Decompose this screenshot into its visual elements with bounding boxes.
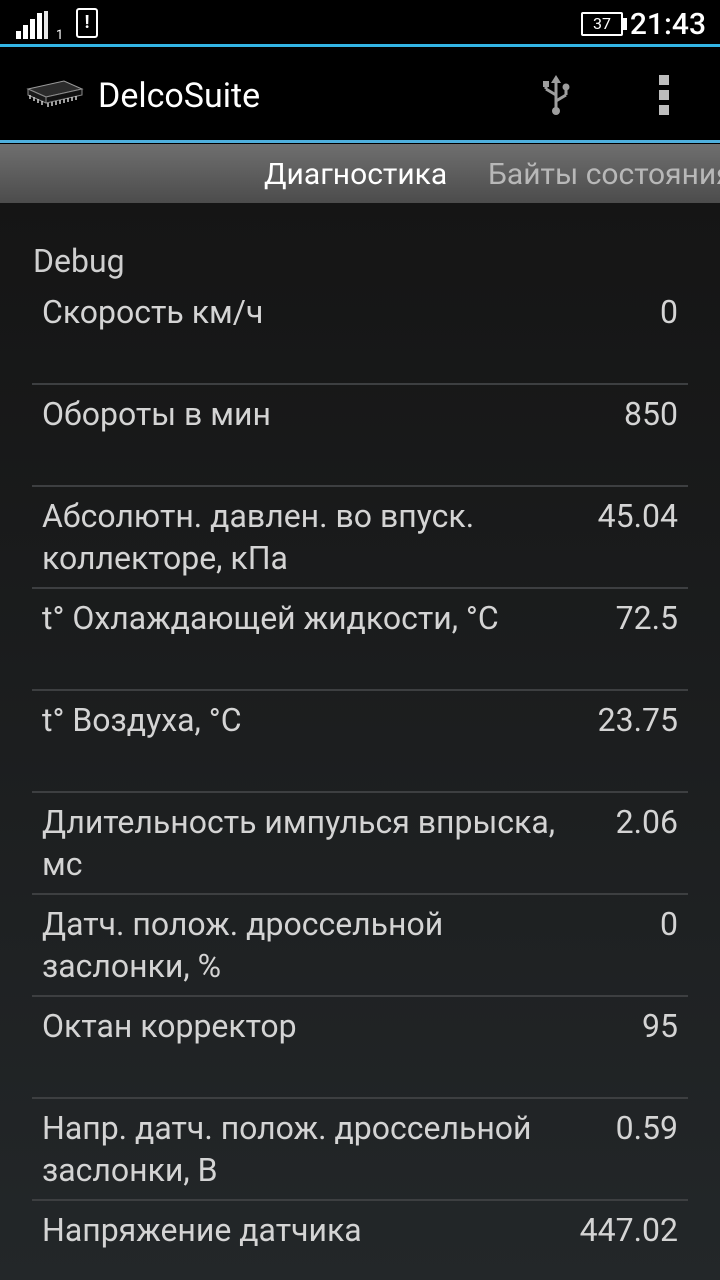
param-label: Датч. полож. дроссельной заслонки, % [42, 905, 444, 985]
param-value: 23.75 [597, 701, 678, 739]
list-item[interactable]: t° Охлаждающей жидкости, °C 72.5 [32, 589, 688, 691]
param-label: Абсолютн. давлен. во впуск. коллекторе, … [42, 497, 475, 577]
tab-diagnostics[interactable]: Диагностика [264, 156, 447, 194]
param-value: 850 [624, 395, 678, 433]
param-label: Обороты в мин [42, 395, 271, 433]
app-screen: 1 ! 37 21:43 DelcoSuite Диагностика Байт… [0, 0, 720, 1280]
battery-tip [623, 18, 627, 30]
list-item[interactable]: Длительность импулься впрыска, мс 2.06 [32, 793, 688, 895]
action-bar: DelcoSuite [0, 47, 720, 143]
usb-icon[interactable] [538, 73, 574, 117]
param-value: 447.02 [579, 1211, 678, 1249]
action-bar-divider [0, 140, 720, 143]
list-item[interactable]: Напр. датч. полож. дроссельной заслонки,… [32, 1099, 688, 1201]
param-value: 2.06 [615, 803, 678, 841]
param-label: Скорость км/ч [42, 293, 264, 331]
list-item[interactable]: Обороты в мин 850 [32, 385, 688, 487]
alert-icon: ! [76, 8, 98, 38]
status-bar: 1 ! 37 21:43 [0, 0, 720, 48]
sim-slot-label: 1 [56, 28, 64, 43]
tab-strip: Диагностика Байты состояния [0, 144, 720, 203]
parameter-list: Скорость км/ч 0 Обороты в мин 850 Абсолю… [32, 283, 688, 1280]
param-label: Напряжение датчика [42, 1211, 362, 1249]
tab-status-bytes[interactable]: Байты состояния [488, 156, 720, 194]
list-item[interactable]: Октан корректор 95 [32, 997, 688, 1099]
param-label: t° Воздуха, °C [42, 701, 242, 739]
app-title: DelcoSuite [98, 76, 261, 116]
param-value: 45.04 [597, 497, 678, 535]
param-value: 0 [660, 905, 678, 943]
section-title: Debug [33, 242, 125, 280]
param-value: 72.5 [615, 599, 678, 637]
list-item[interactable]: Датч. полож. дроссельной заслонки, % 0 [32, 895, 688, 997]
battery-icon: 37 [581, 12, 623, 36]
clock: 21:43 [629, 7, 706, 42]
param-value: 95 [642, 1007, 678, 1045]
list-item[interactable]: Абсолютн. давлен. во впуск. коллекторе, … [32, 487, 688, 589]
param-label: Напр. датч. полож. дроссельной заслонки,… [42, 1109, 532, 1189]
param-label: Октан корректор [42, 1007, 297, 1045]
param-value: 0 [660, 293, 678, 331]
list-item[interactable]: Напряжение датчика 447.02 [32, 1201, 688, 1280]
content-area: Debug Скорость км/ч 0 Обороты в мин 850 … [0, 203, 720, 1280]
overflow-menu-icon[interactable] [644, 75, 684, 115]
chip-icon[interactable] [24, 77, 86, 109]
param-label: Длительность импулься впрыска, мс [42, 803, 556, 883]
param-label: t° Охлаждающей жидкости, °C [42, 599, 499, 637]
list-item[interactable]: Скорость км/ч 0 [32, 283, 688, 385]
signal-icon [16, 11, 52, 39]
list-item[interactable]: t° Воздуха, °C 23.75 [32, 691, 688, 793]
param-value: 0.59 [615, 1109, 678, 1147]
